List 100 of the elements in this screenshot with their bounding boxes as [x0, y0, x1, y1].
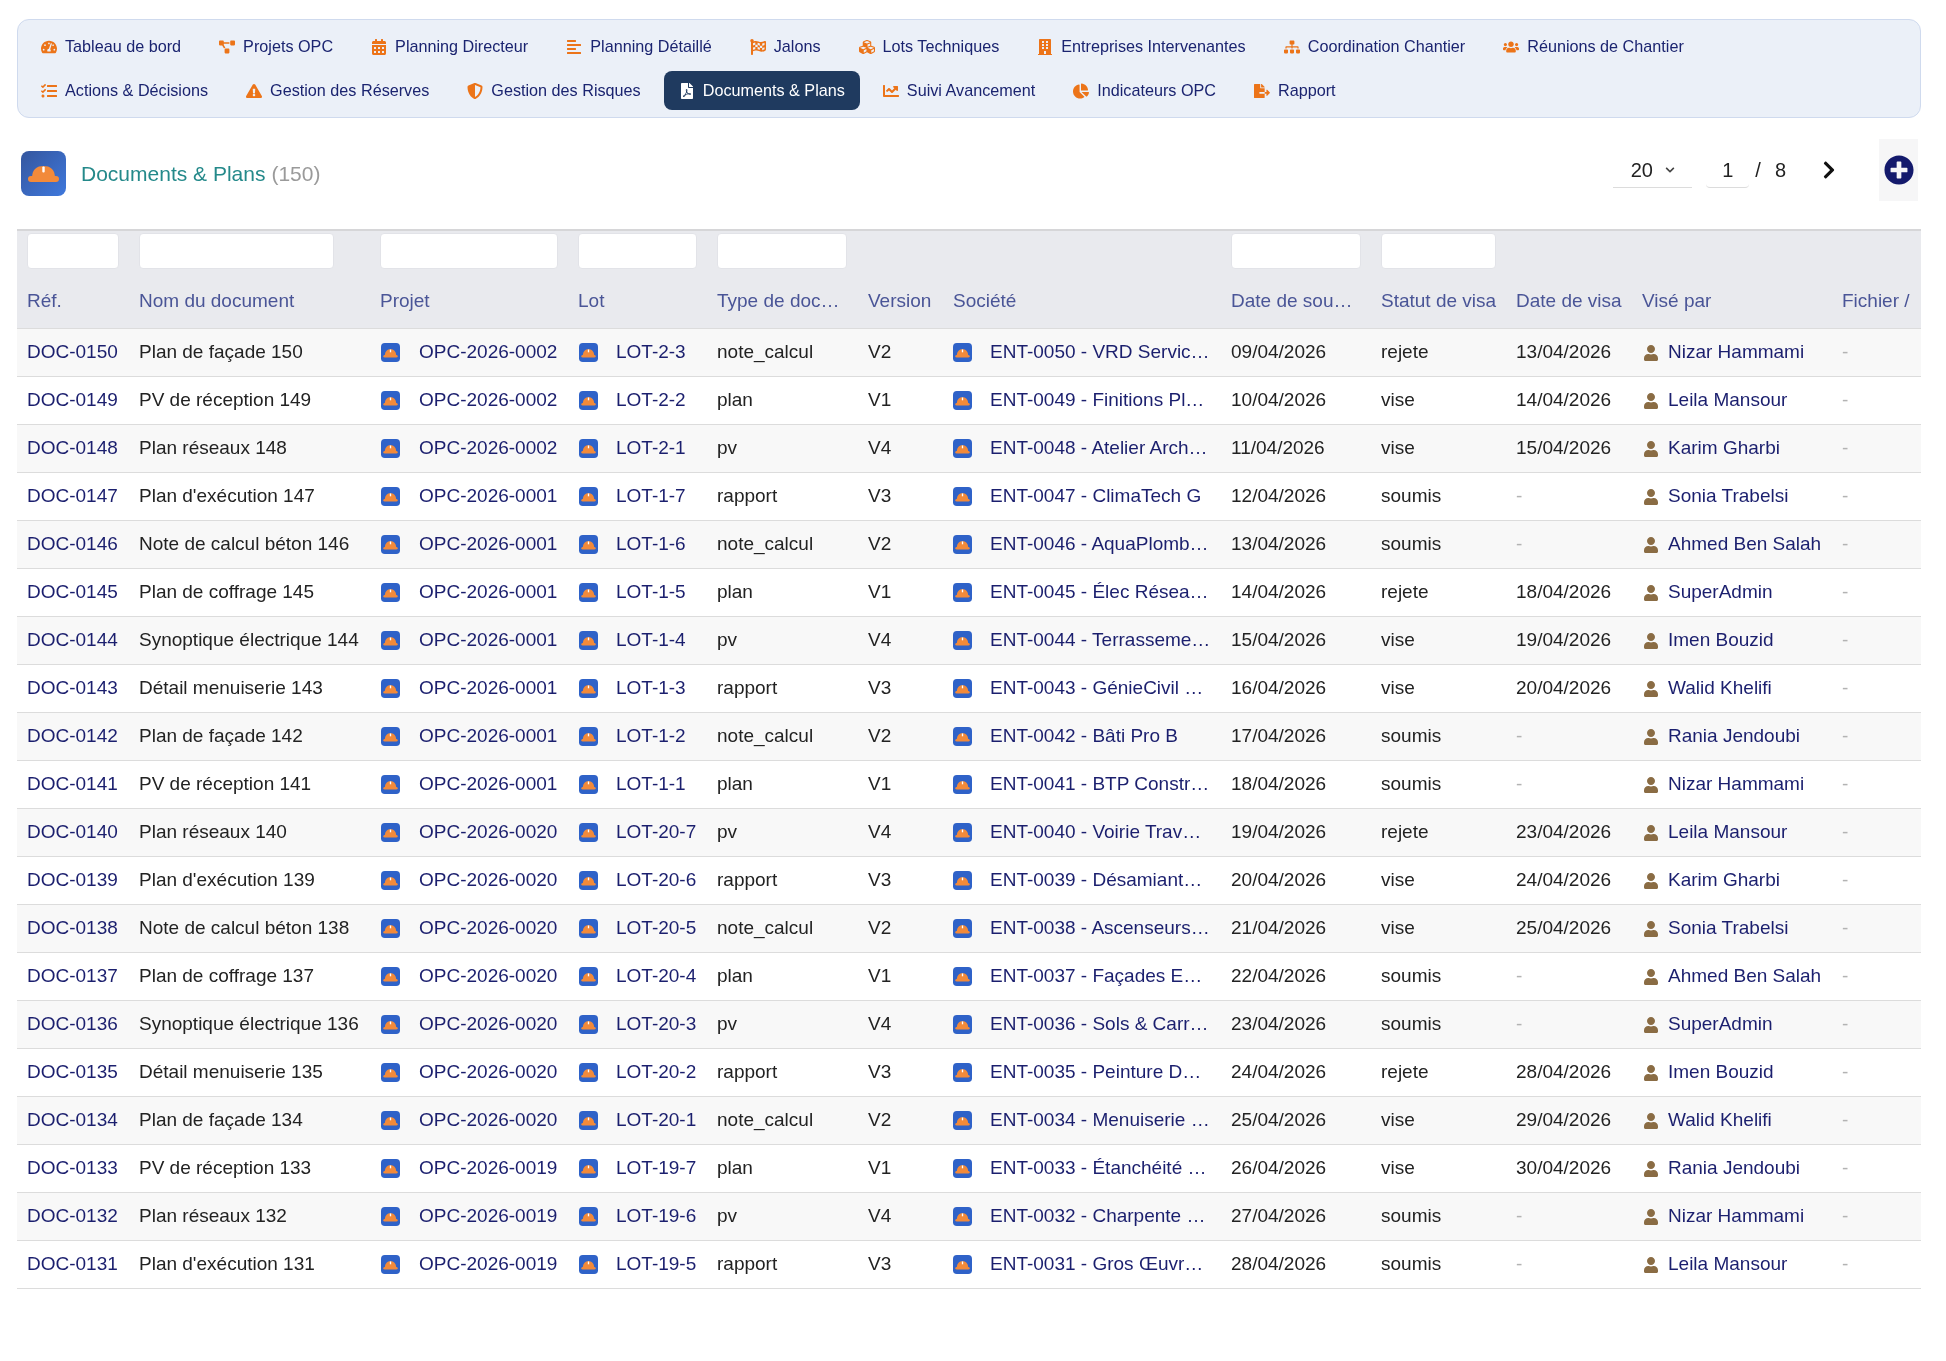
- project-link[interactable]: OPC-2026-0001: [419, 674, 558, 703]
- document-ref-link[interactable]: DOC-0144: [27, 629, 118, 651]
- project-link[interactable]: OPC-2026-0001: [419, 482, 558, 511]
- filter-input[interactable]: [139, 233, 334, 269]
- nav-tab[interactable]: Coordination Chantier: [1268, 27, 1481, 66]
- approver-link[interactable]: Imen Bouzid: [1668, 1058, 1774, 1087]
- lot-link[interactable]: LOT-2-3: [616, 338, 686, 367]
- approver-link[interactable]: Karim Gharbi: [1668, 434, 1780, 463]
- nav-tab[interactable]: Gestion des Réserves: [231, 71, 445, 110]
- project-link[interactable]: OPC-2026-0020: [419, 866, 558, 895]
- nav-tab[interactable]: Gestion des Risques: [452, 71, 656, 110]
- document-ref-link[interactable]: DOC-0145: [27, 581, 118, 603]
- company-link[interactable]: ENT-0048 - Atelier Arch…: [990, 434, 1208, 463]
- lot-link[interactable]: LOT-20-1: [616, 1106, 697, 1135]
- document-ref-link[interactable]: DOC-0140: [27, 821, 118, 843]
- document-ref-link[interactable]: DOC-0132: [27, 1205, 118, 1227]
- approver-link[interactable]: SuperAdmin: [1668, 1010, 1773, 1039]
- company-link[interactable]: ENT-0032 - Charpente …: [990, 1202, 1206, 1231]
- company-link[interactable]: ENT-0035 - Peinture D…: [990, 1058, 1202, 1087]
- company-link[interactable]: ENT-0050 - VRD Servic…: [990, 338, 1210, 367]
- project-link[interactable]: OPC-2026-0002: [419, 386, 558, 415]
- project-link[interactable]: OPC-2026-0019: [419, 1154, 558, 1183]
- project-link[interactable]: OPC-2026-0001: [419, 770, 558, 799]
- nav-tab[interactable]: Lots Techniques: [843, 27, 1015, 66]
- document-ref-link[interactable]: DOC-0146: [27, 533, 118, 555]
- lot-link[interactable]: LOT-20-5: [616, 914, 697, 943]
- company-link[interactable]: ENT-0033 - Étanchéité …: [990, 1154, 1207, 1183]
- approver-link[interactable]: Imen Bouzid: [1668, 626, 1774, 655]
- project-link[interactable]: OPC-2026-0020: [419, 962, 558, 991]
- approver-link[interactable]: Walid Khelifi: [1668, 1106, 1772, 1135]
- lot-link[interactable]: LOT-1-7: [616, 482, 686, 511]
- nav-tab[interactable]: Suivi Avancement: [867, 71, 1051, 110]
- document-ref-link[interactable]: DOC-0149: [27, 389, 118, 411]
- project-link[interactable]: OPC-2026-0001: [419, 578, 558, 607]
- approver-link[interactable]: Ahmed Ben Salah: [1668, 530, 1822, 559]
- approver-link[interactable]: SuperAdmin: [1668, 578, 1773, 607]
- approver-link[interactable]: Leila Mansour: [1668, 386, 1788, 415]
- company-link[interactable]: ENT-0038 - Ascenseurs…: [990, 914, 1210, 943]
- document-ref-link[interactable]: DOC-0147: [27, 485, 118, 507]
- project-link[interactable]: OPC-2026-0001: [419, 530, 558, 559]
- project-link[interactable]: OPC-2026-0002: [419, 338, 558, 367]
- document-ref-link[interactable]: DOC-0137: [27, 965, 118, 987]
- lot-link[interactable]: LOT-1-5: [616, 578, 686, 607]
- approver-link[interactable]: Nizar Hammami: [1668, 338, 1805, 367]
- lot-link[interactable]: LOT-20-4: [616, 962, 697, 991]
- document-ref-link[interactable]: DOC-0135: [27, 1061, 118, 1083]
- lot-link[interactable]: LOT-2-2: [616, 386, 686, 415]
- document-ref-link[interactable]: DOC-0141: [27, 773, 118, 795]
- project-link[interactable]: OPC-2026-0020: [419, 1106, 558, 1135]
- nav-tab[interactable]: Rapport: [1239, 71, 1351, 110]
- company-link[interactable]: ENT-0044 - Terrasseme…: [990, 626, 1211, 655]
- nav-tab[interactable]: Planning Directeur: [356, 27, 544, 66]
- approver-link[interactable]: Sonia Trabelsi: [1668, 482, 1789, 511]
- filter-input[interactable]: [1231, 233, 1361, 269]
- document-ref-link[interactable]: DOC-0142: [27, 725, 118, 747]
- filter-input[interactable]: [717, 233, 847, 269]
- document-ref-link[interactable]: DOC-0136: [27, 1013, 118, 1035]
- approver-link[interactable]: Walid Khelifi: [1668, 674, 1772, 703]
- project-link[interactable]: OPC-2026-0001: [419, 626, 558, 655]
- lot-link[interactable]: LOT-1-1: [616, 770, 686, 799]
- approver-link[interactable]: Ahmed Ben Salah: [1668, 962, 1822, 991]
- document-ref-link[interactable]: DOC-0143: [27, 677, 118, 699]
- company-link[interactable]: ENT-0034 - Menuiserie …: [990, 1106, 1210, 1135]
- project-link[interactable]: OPC-2026-0020: [419, 1010, 558, 1039]
- company-link[interactable]: ENT-0046 - AquaPlomb…: [990, 530, 1209, 559]
- nav-tab[interactable]: Documents & Plans: [663, 71, 860, 110]
- document-ref-link[interactable]: DOC-0148: [27, 437, 118, 459]
- company-link[interactable]: ENT-0039 - Désamiant…: [990, 866, 1203, 895]
- lot-link[interactable]: LOT-20-3: [616, 1010, 697, 1039]
- approver-link[interactable]: Karim Gharbi: [1668, 866, 1780, 895]
- nav-tab[interactable]: Planning Détaillé: [551, 27, 727, 66]
- company-link[interactable]: ENT-0047 - ClimaTech G: [990, 482, 1202, 511]
- company-link[interactable]: ENT-0040 - Voirie Trav…: [990, 818, 1202, 847]
- filter-input[interactable]: [1381, 233, 1496, 269]
- project-link[interactable]: OPC-2026-0019: [419, 1202, 558, 1231]
- lot-link[interactable]: LOT-19-5: [616, 1250, 697, 1279]
- project-link[interactable]: OPC-2026-0019: [419, 1250, 558, 1279]
- lot-link[interactable]: LOT-1-2: [616, 722, 686, 751]
- document-ref-link[interactable]: DOC-0138: [27, 917, 118, 939]
- company-link[interactable]: ENT-0036 - Sols & Carr…: [990, 1010, 1209, 1039]
- document-ref-link[interactable]: DOC-0139: [27, 869, 118, 891]
- nav-tab[interactable]: Réunions de Chantier: [1488, 27, 1699, 66]
- add-button[interactable]: [1879, 139, 1918, 201]
- lot-link[interactable]: LOT-19-7: [616, 1154, 697, 1183]
- nav-tab[interactable]: Indicateurs OPC: [1058, 71, 1231, 110]
- company-link[interactable]: ENT-0041 - BTP Constr…: [990, 770, 1210, 799]
- approver-link[interactable]: Leila Mansour: [1668, 1250, 1788, 1279]
- document-ref-link[interactable]: DOC-0131: [27, 1253, 118, 1275]
- lot-link[interactable]: LOT-20-2: [616, 1058, 697, 1087]
- nav-tab[interactable]: Projets OPC: [204, 27, 349, 66]
- lot-link[interactable]: LOT-20-7: [616, 818, 697, 847]
- project-link[interactable]: OPC-2026-0020: [419, 914, 558, 943]
- approver-link[interactable]: Rania Jendoubi: [1668, 722, 1801, 751]
- document-ref-link[interactable]: DOC-0133: [27, 1157, 118, 1179]
- filter-input[interactable]: [380, 233, 558, 269]
- approver-link[interactable]: Rania Jendoubi: [1668, 1154, 1801, 1183]
- project-link[interactable]: OPC-2026-0020: [419, 1058, 558, 1087]
- document-ref-link[interactable]: DOC-0134: [27, 1109, 118, 1131]
- page-input[interactable]: 1: [1706, 152, 1750, 188]
- nav-tab[interactable]: Actions & Décisions: [26, 71, 224, 110]
